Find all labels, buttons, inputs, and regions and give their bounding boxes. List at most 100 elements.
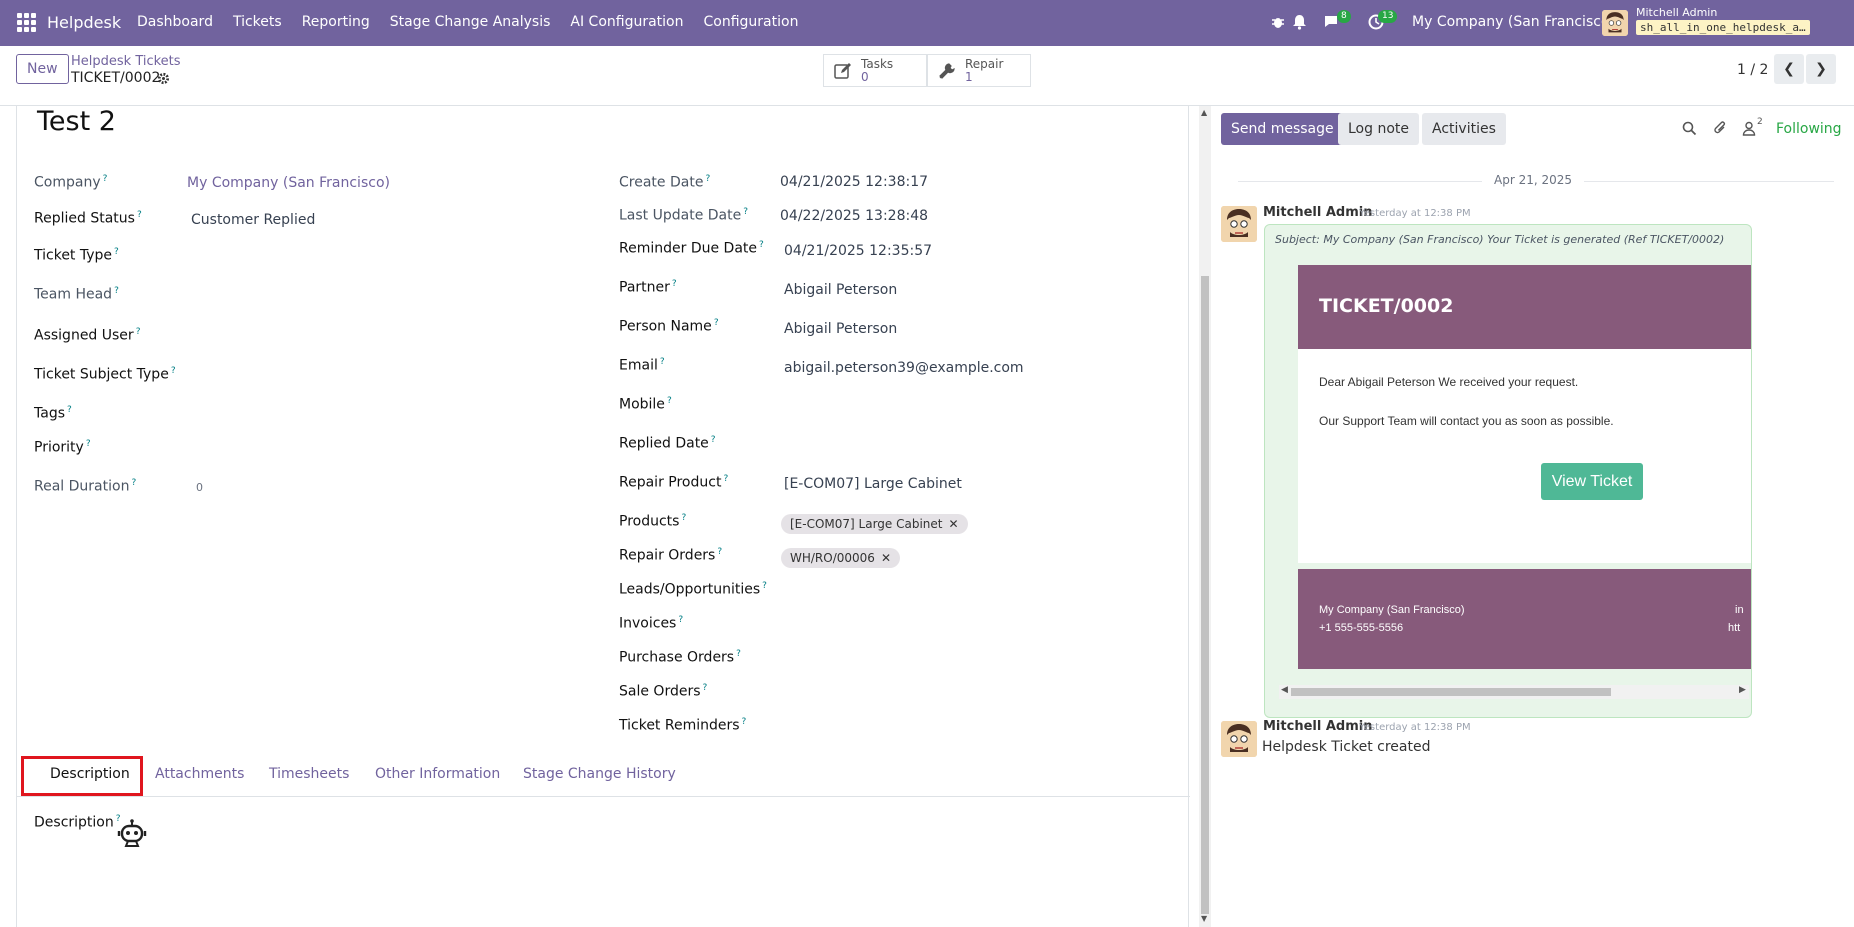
ticket-title[interactable]: Test 2 (37, 106, 116, 137)
message-author[interactable]: Mitchell Admin (1263, 719, 1372, 734)
reminder-due-label: Reminder Due Date? (619, 240, 764, 257)
real-duration-label: Real Duration? (34, 478, 137, 495)
footer-company: My Company (San Francisco) (1319, 604, 1465, 616)
ticket-type-label: Ticket Type? (34, 247, 119, 264)
mail-scrollbar-thumb[interactable] (1291, 688, 1611, 696)
message-body: Helpdesk Ticket created (1262, 739, 1431, 755)
database-name: sh_all_in_one_helpdesk_a… (1636, 20, 1810, 35)
last-update-field: 04/22/2025 13:28:48 (780, 208, 929, 224)
tab-stage-change-history[interactable]: Stage Change History (523, 766, 676, 782)
tab-attachments[interactable]: Attachments (155, 766, 244, 782)
ai-robot-icon[interactable] (117, 818, 147, 848)
form-sheet: Test 2 Company? My Company (San Francisc… (16, 106, 1190, 927)
company-switcher[interactable]: My Company (San Francisco) (1412, 14, 1615, 30)
create-date-field: 04/21/2025 12:38:17 (780, 174, 929, 190)
tab-other-information[interactable]: Other Information (375, 766, 500, 782)
remove-tag-icon[interactable]: ✕ (949, 517, 959, 531)
app-name[interactable]: Helpdesk (47, 13, 121, 32)
bug-icon[interactable] (1271, 15, 1285, 29)
scroll-up-icon[interactable]: ▲ (1201, 108, 1207, 117)
view-ticket-button[interactable]: View Ticket (1541, 463, 1643, 500)
search-icon[interactable] (1682, 121, 1697, 136)
author-avatar[interactable] (1221, 721, 1257, 757)
edit-icon (834, 63, 851, 79)
gear-icon[interactable] (157, 72, 170, 85)
repair-orders-label: Repair Orders? (619, 547, 723, 564)
tasks-count: 0 (861, 70, 869, 84)
mail-header: TICKET/0002 (1298, 265, 1751, 349)
user-avatar[interactable] (1602, 10, 1628, 36)
log-note-button[interactable]: Log note (1338, 113, 1419, 145)
user-name[interactable]: Mitchell Admin (1636, 6, 1717, 19)
breadcrumb-current: TICKET/0002 (71, 70, 161, 86)
menu-ai-configuration[interactable]: AI Configuration (570, 14, 683, 30)
remove-tag-icon[interactable]: ✕ (881, 551, 891, 565)
followers-count: 2 (1757, 117, 1763, 127)
company-field[interactable]: My Company (San Francisco) (187, 175, 390, 191)
wrench-icon (939, 63, 955, 79)
repair-order-tag: WH/RO/00006 ✕ (781, 548, 900, 568)
footer-right-2: htt (1728, 622, 1741, 634)
invoices-label: Invoices? (619, 615, 684, 632)
scroll-left-icon[interactable]: ◀ (1281, 685, 1288, 695)
following-button[interactable]: Following (1776, 121, 1842, 137)
replied-date-label: Replied Date? (619, 435, 716, 452)
menu-tickets[interactable]: Tickets (233, 14, 282, 30)
repair-product-field[interactable]: [E-COM07] Large Cabinet (784, 476, 962, 492)
email-field[interactable]: abigail.peterson39@example.com (784, 360, 1024, 376)
bell-icon[interactable] (1292, 14, 1307, 30)
partner-label: Partner? (619, 279, 677, 296)
scroll-right-icon[interactable]: ▶ (1739, 685, 1746, 695)
followers-icon[interactable] (1742, 121, 1756, 136)
sale-orders-label: Sale Orders? (619, 683, 708, 700)
tasks-smart-button[interactable]: Tasks 0 (823, 54, 927, 87)
leads-label: Leads/Opportunities? (619, 581, 767, 598)
control-panel: New Helpdesk Tickets TICKET/0002 Tasks 0… (0, 46, 1854, 106)
menu-stage-change-analysis[interactable]: Stage Change Analysis (390, 14, 551, 30)
person-name-field[interactable]: Abigail Peterson (784, 321, 897, 337)
activities-button[interactable]: Activities (1422, 113, 1506, 145)
message-bubble: Subject: My Company (San Francisco) Your… (1264, 224, 1752, 718)
replied-status-field[interactable]: Customer Replied (191, 212, 315, 228)
mail-line-2: Our Support Team will contact you as soo… (1319, 414, 1614, 428)
pager-value[interactable]: 1 / 2 (1737, 62, 1768, 78)
repair-count: 1 (965, 70, 973, 84)
repair-product-label: Repair Product? (619, 474, 729, 491)
send-message-button[interactable]: Send message (1221, 113, 1344, 145)
date-separator: Apr 21, 2025 (1482, 173, 1585, 187)
form-scrollbar-thumb[interactable] (1201, 276, 1209, 914)
mail-heading: TICKET/0002 (1319, 295, 1454, 317)
ticket-subject-type-label: Ticket Subject Type? (34, 366, 176, 383)
replied-status-label: Replied Status? (34, 210, 142, 227)
mail-line-1: Dear Abigail Peterson We received your r… (1319, 375, 1579, 389)
message-time: Yesterday at 12:38 PM (1359, 722, 1471, 733)
person-name-label: Person Name? (619, 318, 719, 335)
tab-description[interactable]: Description (50, 766, 130, 782)
partner-field[interactable]: Abigail Peterson (784, 282, 897, 298)
assigned-user-label: Assigned User? (34, 327, 141, 344)
scroll-down-icon[interactable]: ▼ (1201, 914, 1207, 923)
team-head-label: Team Head? (34, 286, 119, 303)
mail-body: Dear Abigail Peterson We received your r… (1298, 349, 1751, 563)
menu-reporting[interactable]: Reporting (302, 14, 370, 30)
tab-timesheets[interactable]: Timesheets (269, 766, 349, 782)
reminder-due-field[interactable]: 04/21/2025 12:35:57 (784, 243, 932, 259)
menu-configuration[interactable]: Configuration (704, 14, 799, 30)
breadcrumb-parent[interactable]: Helpdesk Tickets (71, 54, 181, 69)
messages-count-badge: 8 (1337, 10, 1351, 23)
ticket-reminders-label: Ticket Reminders? (619, 717, 747, 734)
activities-count-badge: 13 (1378, 10, 1398, 23)
menu-dashboard[interactable]: Dashboard (137, 14, 213, 30)
author-avatar[interactable] (1221, 206, 1257, 242)
notebook-tabs: Description Attachments Timesheets Other… (17, 754, 1190, 797)
message-author[interactable]: Mitchell Admin (1263, 205, 1372, 220)
pager-next-button[interactable]: ❯ (1806, 54, 1836, 84)
repair-smart-button[interactable]: Repair 1 (927, 54, 1031, 87)
real-duration-field[interactable]: 0 (196, 481, 203, 494)
mobile-label: Mobile? (619, 396, 672, 413)
new-button[interactable]: New (16, 54, 69, 84)
pager-previous-button[interactable]: ❮ (1774, 54, 1804, 84)
description-label: Description? (34, 814, 121, 831)
paperclip-icon[interactable] (1713, 120, 1728, 136)
app-grid-icon[interactable] (17, 13, 37, 33)
